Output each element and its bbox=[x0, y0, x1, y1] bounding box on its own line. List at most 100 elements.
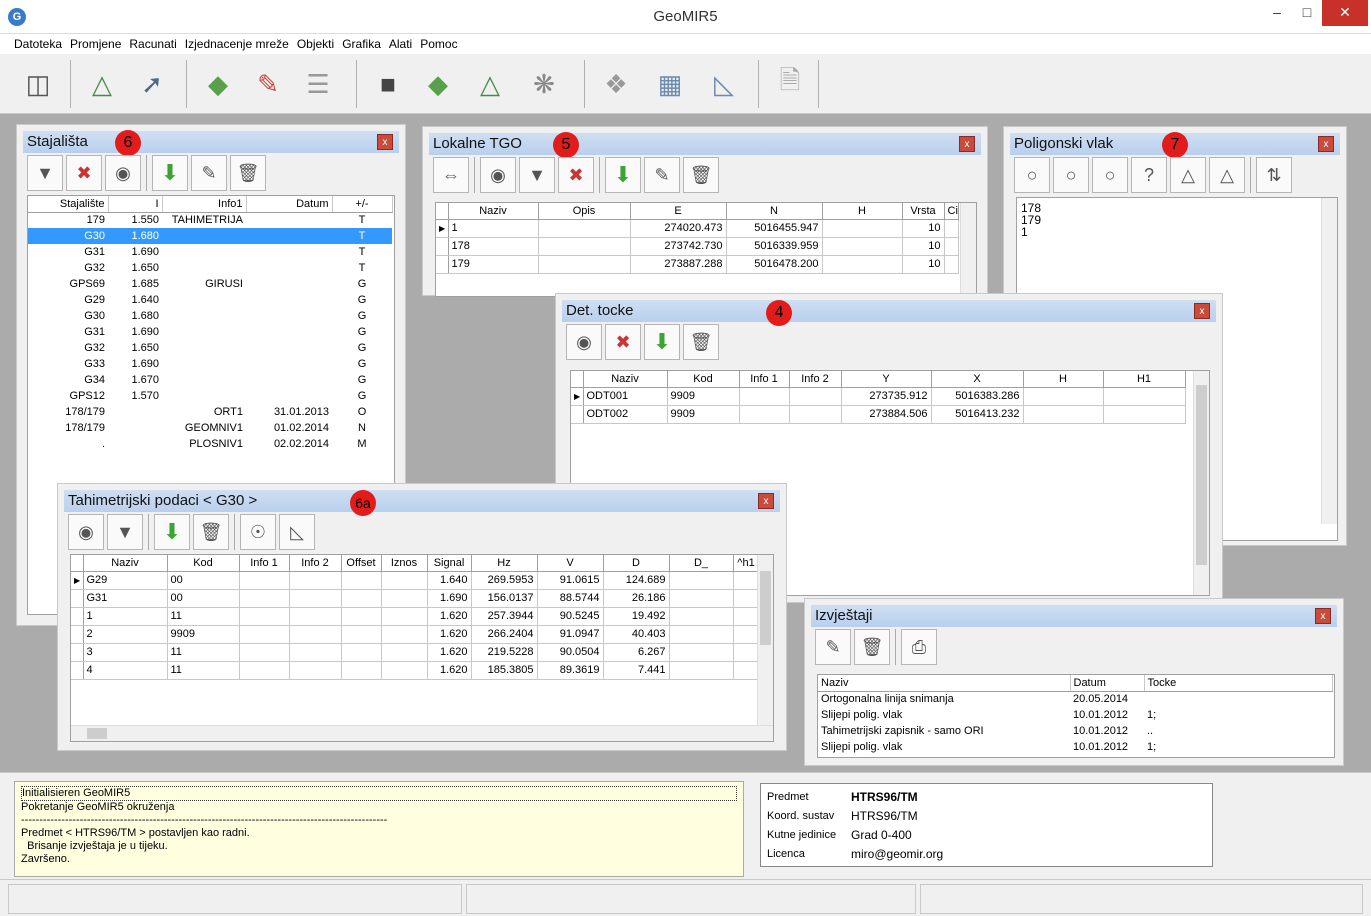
trash-icon[interactable]: 🗑 bbox=[230, 155, 266, 191]
table-row[interactable]: Slijepi polig. vlak 10.01.2012 1; bbox=[818, 739, 1332, 755]
file-cabinet-icon[interactable]: ◫ bbox=[16, 60, 60, 108]
row-indicator[interactable]: ▶ bbox=[436, 219, 449, 238]
row-indicator[interactable] bbox=[571, 405, 584, 424]
panel-close-button[interactable]: x bbox=[377, 134, 393, 150]
list-item[interactable]: 178 bbox=[1021, 202, 1333, 214]
col-y[interactable]: Y bbox=[841, 371, 932, 388]
network-icon[interactable]: ❋ bbox=[522, 60, 566, 108]
col-opis[interactable]: Opis bbox=[538, 203, 631, 220]
menu-objekti[interactable]: Objekti bbox=[293, 34, 338, 51]
col-e[interactable]: E bbox=[630, 203, 727, 220]
table-row[interactable]: G32 1.650 T bbox=[28, 260, 392, 276]
maximize-button[interactable]: □ bbox=[1292, 0, 1322, 26]
col-info1[interactable]: Info 1 bbox=[239, 555, 290, 572]
binoculars-icon[interactable]: ◉ bbox=[68, 514, 104, 550]
row-indicator[interactable] bbox=[71, 661, 84, 680]
coordinate-import-icon[interactable]: ➚ bbox=[130, 60, 174, 108]
vertical-scrollbar[interactable] bbox=[757, 555, 773, 725]
drafting-icon[interactable]: ◺ bbox=[702, 60, 746, 108]
table-row[interactable]: Tahimetrijski zapisnik - samo ORI 10.01.2… bbox=[818, 723, 1332, 739]
binoculars-icon[interactable]: ◉ bbox=[566, 324, 602, 360]
col-i[interactable]: I bbox=[108, 196, 163, 213]
settings-doc-icon[interactable]: 🗎 bbox=[768, 60, 812, 108]
total-station-import-icon[interactable]: △ bbox=[80, 60, 124, 108]
col-v[interactable]: V bbox=[537, 555, 604, 572]
row-indicator[interactable] bbox=[71, 625, 84, 644]
col-iznos[interactable]: Iznos bbox=[381, 555, 428, 572]
edit-pencil-icon[interactable]: ✎ bbox=[644, 157, 680, 193]
toggle-arrows-icon[interactable]: ⇔ bbox=[433, 157, 469, 193]
down-arrow-icon[interactable]: ⬇ bbox=[152, 155, 188, 191]
col-x[interactable]: X bbox=[931, 371, 1024, 388]
xy-xy-icon[interactable]: ○ bbox=[1092, 157, 1128, 193]
panel-close-button[interactable]: x bbox=[1315, 608, 1331, 624]
row-indicator[interactable] bbox=[71, 607, 84, 626]
trash-icon[interactable]: 🗑 bbox=[854, 629, 890, 665]
col-vrsta[interactable]: Vrsta bbox=[902, 203, 945, 220]
menu-grafika[interactable]: Grafika bbox=[338, 34, 385, 51]
row-indicator[interactable] bbox=[436, 255, 449, 274]
col-datum[interactable]: Datum bbox=[246, 196, 333, 213]
drafting-icon[interactable]: ◺ bbox=[279, 514, 315, 550]
col-ci[interactable]: Ci bbox=[944, 203, 959, 220]
menu-pomoc[interactable]: Pomoc bbox=[416, 34, 461, 51]
col-info1[interactable]: Info 1 bbox=[739, 371, 790, 388]
col-d[interactable]: D bbox=[603, 555, 670, 572]
table-row[interactable]: 178/179 GEOMNIV1 01.02.2014 N bbox=[28, 420, 392, 436]
col-hz[interactable]: Hz bbox=[471, 555, 538, 572]
table-row[interactable]: G31 1.690 G bbox=[28, 324, 392, 340]
col-h1[interactable]: ^h1 bbox=[733, 555, 760, 572]
col-tocke[interactable]: Tocke bbox=[1144, 675, 1333, 692]
down-arrow-icon[interactable]: ⬇ bbox=[154, 514, 190, 550]
col-datum[interactable]: Datum bbox=[1070, 675, 1145, 692]
vertical-scrollbar[interactable] bbox=[960, 203, 976, 296]
col-info2[interactable]: Info 2 bbox=[789, 371, 842, 388]
map-layer-icon[interactable]: ◆ bbox=[196, 60, 240, 108]
table-row[interactable]: 178/179 ORT1 31.01.2013 O bbox=[28, 404, 392, 420]
col-naziv[interactable]: Naziv bbox=[83, 555, 168, 572]
table-row[interactable]: 3 11 1.620 219.5228 90.0504 6.267 bbox=[71, 643, 760, 662]
menu-racunati[interactable]: Racunati bbox=[125, 34, 180, 51]
printer-icon[interactable]: ⎙ bbox=[901, 629, 937, 665]
izvjestaji-table[interactable]: Naziv Datum Tocke Ortogonalna linija sni… bbox=[817, 674, 1335, 758]
col-info2[interactable]: Info 2 bbox=[289, 555, 342, 572]
filter-clear-icon[interactable]: ✖ bbox=[66, 155, 102, 191]
table-row[interactable]: 178 273742.730 5016339.959 10 bbox=[436, 237, 959, 256]
lokalne-table[interactable]: Naziv Opis E N H Vrsta Ci ▶ 1 274020.473 50… bbox=[435, 202, 977, 297]
swap-arrows-icon[interactable]: ⇅ bbox=[1256, 157, 1292, 193]
panel-close-button[interactable]: x bbox=[959, 136, 975, 152]
row-indicator[interactable] bbox=[71, 589, 84, 608]
compass-icon[interactable]: ☉ bbox=[240, 514, 276, 550]
horizontal-scrollbar[interactable] bbox=[71, 725, 773, 741]
table-row[interactable]: 1 11 1.620 257.3944 90.5245 19.492 bbox=[71, 607, 760, 626]
down-arrow-icon[interactable]: ⬇ bbox=[605, 157, 641, 193]
col-kod[interactable]: Kod bbox=[667, 371, 740, 388]
table-row[interactable]: 179 273887.288 5016478.200 10 bbox=[436, 255, 959, 274]
table-row[interactable]: G32 1.650 G bbox=[28, 340, 392, 356]
point-icon[interactable]: ○ bbox=[1014, 157, 1050, 193]
trash-icon[interactable]: 🗑 bbox=[193, 514, 229, 550]
down-arrow-icon[interactable]: ⬇ bbox=[644, 324, 680, 360]
col-signal[interactable]: Signal bbox=[427, 555, 472, 572]
table-row[interactable]: G29 1.640 G bbox=[28, 292, 392, 308]
table-row[interactable]: G33 1.690 G bbox=[28, 356, 392, 372]
table-row[interactable]: GPS69 1.685 GIRUSI G bbox=[28, 276, 392, 292]
table-row[interactable]: Slijepi polig. vlak 10.01.2012 1; bbox=[818, 707, 1332, 723]
col-n[interactable]: N bbox=[726, 203, 823, 220]
vertical-scrollbar[interactable] bbox=[1321, 198, 1337, 524]
menu-promjene[interactable]: Promjene bbox=[66, 34, 125, 51]
triangle-point-icon[interactable]: △ bbox=[1170, 157, 1206, 193]
minimize-button[interactable]: – bbox=[1262, 0, 1292, 26]
row-indicator[interactable]: ▶ bbox=[71, 571, 84, 590]
vertical-scrollbar[interactable] bbox=[1193, 371, 1209, 595]
table-row[interactable]: GPS12 1.570 G bbox=[28, 388, 392, 404]
table-row[interactable]: . PLOSNIV1 02.02.2014 M bbox=[28, 436, 392, 452]
filter-clear-icon[interactable]: ✖ bbox=[605, 324, 641, 360]
table-row[interactable]: 4 11 1.620 185.3805 89.3619 7.441 bbox=[71, 661, 760, 680]
camera-calc-icon[interactable]: ■ bbox=[366, 60, 410, 108]
point-xy-icon[interactable]: ○ bbox=[1053, 157, 1089, 193]
table-row[interactable]: ▶ ODT001 9909 273735.912 5016383.286 bbox=[571, 387, 1186, 406]
col-info1[interactable]: Info1 bbox=[162, 196, 247, 213]
col-h[interactable]: H bbox=[822, 203, 903, 220]
table-row[interactable]: G31 1.690 T bbox=[28, 244, 392, 260]
